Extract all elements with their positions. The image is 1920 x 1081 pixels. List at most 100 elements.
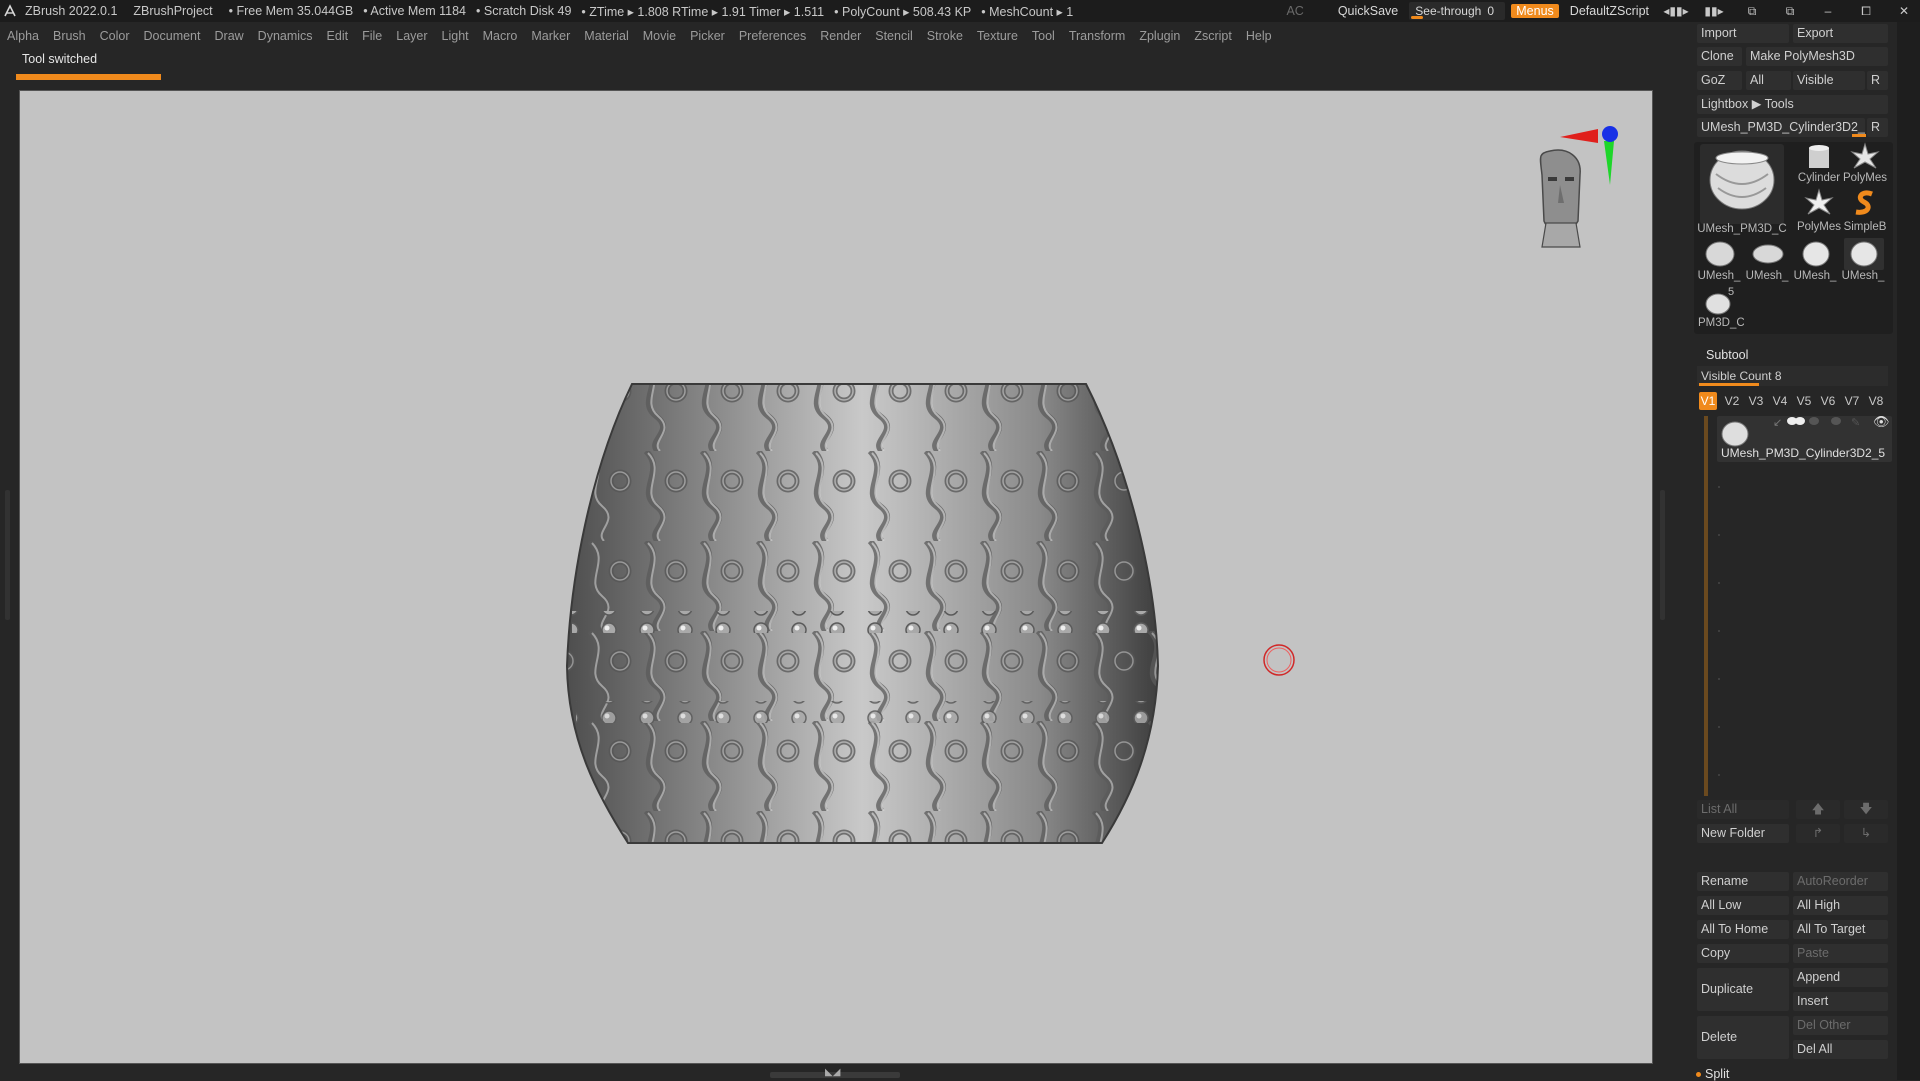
list-all-button[interactable]: List All xyxy=(1697,800,1789,819)
polymesh-star-thumb-2[interactable] xyxy=(1798,188,1840,222)
menu-color[interactable]: Color xyxy=(93,29,137,43)
left-tray-handle[interactable] xyxy=(5,490,10,620)
all-low-button[interactable]: All Low xyxy=(1697,896,1789,915)
window-icon[interactable]: ⧉ xyxy=(1774,2,1806,20)
umesh-thumb-3[interactable] xyxy=(1796,238,1836,270)
eye-icon[interactable]: 👁 xyxy=(1873,414,1890,430)
menu-material[interactable]: Material xyxy=(577,29,635,43)
tool-r-button[interactable]: R xyxy=(1867,118,1888,137)
tab-v7[interactable]: V7 xyxy=(1843,392,1861,410)
tab-v2[interactable]: V2 xyxy=(1723,392,1741,410)
subtool-toggle-icon[interactable] xyxy=(1795,417,1805,425)
new-folder-button[interactable]: New Folder xyxy=(1697,824,1789,843)
umesh-thumb-4[interactable] xyxy=(1844,238,1884,270)
right-scrollbar[interactable] xyxy=(1897,22,1920,1080)
paste-button[interactable]: Paste xyxy=(1793,944,1888,963)
simplebrush-thumb[interactable] xyxy=(1844,188,1886,222)
menu-file[interactable]: File xyxy=(355,29,389,43)
menu-stencil[interactable]: Stencil xyxy=(868,29,920,43)
tab-v5[interactable]: V5 xyxy=(1795,392,1813,410)
quicksave-button[interactable]: QuickSave xyxy=(1333,4,1403,18)
subtool-brush-icon[interactable]: ↙ xyxy=(1773,416,1782,429)
menu-tool[interactable]: Tool xyxy=(1025,29,1062,43)
lightbox-tools-button[interactable]: Lightbox ▶ Tools xyxy=(1697,95,1888,114)
window-icon[interactable]: ⧉ xyxy=(1736,2,1768,20)
visible-count-slider[interactable]: Visible Count 8 xyxy=(1697,366,1888,386)
pm3d-thumb[interactable]: 5 xyxy=(1700,286,1740,318)
menus-button[interactable]: Menus xyxy=(1511,4,1559,18)
goz-button[interactable]: GoZ xyxy=(1697,71,1742,90)
menu-light[interactable]: Light xyxy=(435,29,476,43)
menu-render[interactable]: Render xyxy=(813,29,868,43)
menu-brush[interactable]: Brush xyxy=(46,29,93,43)
subtool-title[interactable]: Subtool xyxy=(1706,348,1748,362)
tab-v6[interactable]: V6 xyxy=(1819,392,1837,410)
make-polymesh-button[interactable]: Make PolyMesh3D xyxy=(1746,47,1888,66)
layout-icon[interactable]: ▮▮▸ xyxy=(1698,2,1730,20)
maximize-icon[interactable]: ⧠ xyxy=(1850,2,1882,20)
folder-up-icon[interactable]: ↱ xyxy=(1796,824,1840,843)
goz-visible-button[interactable]: Visible xyxy=(1793,71,1865,90)
menu-macro[interactable]: Macro xyxy=(476,29,525,43)
subtool-item[interactable]: ↙ ✎ 👁 UMesh_PM3D_Cylinder3D2_5 xyxy=(1717,414,1892,462)
subtool-pen-icon[interactable]: ✎ xyxy=(1851,416,1860,429)
folder-down-icon[interactable]: ↳ xyxy=(1844,824,1888,843)
tab-v8[interactable]: V8 xyxy=(1867,392,1885,410)
close-icon[interactable]: ✕ xyxy=(1888,2,1920,20)
all-to-home-button[interactable]: All To Home xyxy=(1697,920,1789,939)
all-high-button[interactable]: All High xyxy=(1793,896,1888,915)
rename-button[interactable]: Rename xyxy=(1697,872,1789,891)
move-down-icon[interactable]: 🡇 xyxy=(1844,800,1888,819)
menu-movie[interactable]: Movie xyxy=(636,29,683,43)
all-to-target-button[interactable]: All To Target xyxy=(1793,920,1888,939)
tab-v1[interactable]: V1 xyxy=(1699,392,1717,410)
autoreorder-button[interactable]: AutoReorder xyxy=(1793,872,1888,891)
umesh-thumb-2[interactable] xyxy=(1748,238,1788,270)
right-tray-handle[interactable] xyxy=(1660,490,1665,620)
subtool-toggle-icon[interactable] xyxy=(1831,417,1841,425)
menu-document[interactable]: Document xyxy=(137,29,208,43)
layout-icon[interactable]: ◂▮▮▸ xyxy=(1660,2,1692,20)
minimize-icon[interactable]: – xyxy=(1812,2,1844,20)
document-canvas[interactable] xyxy=(19,90,1653,1064)
default-zscript-button[interactable]: DefaultZScript xyxy=(1565,4,1654,18)
current-tool-slider[interactable]: UMesh_PM3D_Cylinder3D2_5 xyxy=(1697,118,1865,137)
goz-r-button[interactable]: R xyxy=(1867,71,1888,90)
menu-transform[interactable]: Transform xyxy=(1062,29,1133,43)
menu-zscript[interactable]: Zscript xyxy=(1187,29,1239,43)
menu-preferences[interactable]: Preferences xyxy=(732,29,813,43)
move-up-icon[interactable]: 🡅 xyxy=(1796,800,1840,819)
navigation-head-icon[interactable] xyxy=(1539,149,1581,248)
tool-thumb-active[interactable] xyxy=(1700,144,1784,224)
tab-v4[interactable]: V4 xyxy=(1771,392,1789,410)
ac-label[interactable]: AC xyxy=(1281,4,1308,18)
menu-edit[interactable]: Edit xyxy=(320,29,356,43)
goz-all-button[interactable]: All xyxy=(1746,71,1791,90)
menu-dynamics[interactable]: Dynamics xyxy=(251,29,320,43)
subtool-list-scrollbar[interactable] xyxy=(1704,416,1708,796)
del-all-button[interactable]: Del All xyxy=(1793,1040,1888,1059)
split-section[interactable]: Split xyxy=(1696,1067,1729,1081)
menu-help[interactable]: Help xyxy=(1239,29,1279,43)
import-button[interactable]: Import xyxy=(1697,24,1789,43)
delete-button[interactable]: Delete xyxy=(1697,1016,1789,1059)
menu-layer[interactable]: Layer xyxy=(389,29,434,43)
see-through-slider[interactable]: See-through 0 xyxy=(1409,2,1506,20)
subtool-toggle-icon[interactable] xyxy=(1809,417,1819,425)
tab-v3[interactable]: V3 xyxy=(1747,392,1765,410)
menu-texture[interactable]: Texture xyxy=(970,29,1025,43)
umesh-thumb-1[interactable] xyxy=(1700,238,1740,270)
append-button[interactable]: Append xyxy=(1793,968,1888,987)
bottom-tray-handle[interactable]: ◣◢ xyxy=(770,1067,900,1078)
duplicate-button[interactable]: Duplicate xyxy=(1697,968,1789,1011)
menu-picker[interactable]: Picker xyxy=(683,29,732,43)
menu-zplugin[interactable]: Zplugin xyxy=(1132,29,1187,43)
export-button[interactable]: Export xyxy=(1793,24,1888,43)
clone-button[interactable]: Clone xyxy=(1697,47,1742,66)
copy-button[interactable]: Copy xyxy=(1697,944,1789,963)
menu-marker[interactable]: Marker xyxy=(524,29,577,43)
project-name[interactable]: ZBrushProject xyxy=(128,4,217,18)
menu-draw[interactable]: Draw xyxy=(208,29,251,43)
insert-button[interactable]: Insert xyxy=(1793,992,1888,1011)
menu-alpha[interactable]: Alpha xyxy=(0,29,46,43)
